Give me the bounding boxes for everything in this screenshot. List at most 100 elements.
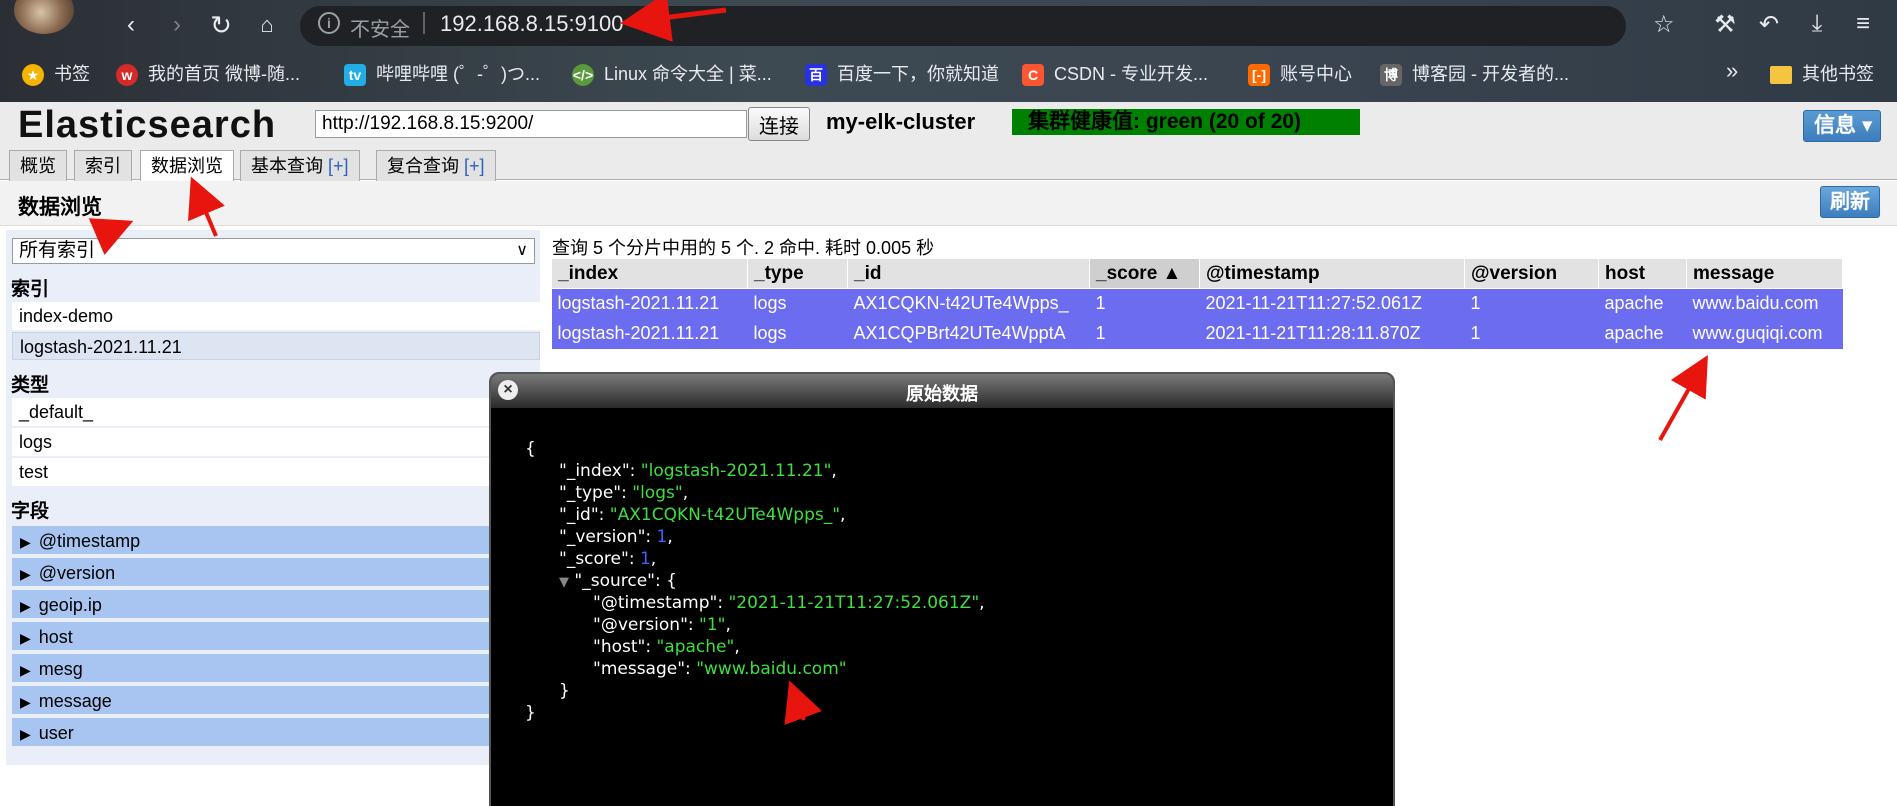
forward-icon[interactable]: › — [162, 10, 192, 40]
json-value: "2021-11-21T11:27:52.061Z" — [728, 593, 980, 613]
close-icon[interactable]: × — [498, 380, 518, 400]
type-item[interactable]: logs — [12, 428, 540, 456]
baidu-icon: 百 — [805, 64, 827, 87]
table-cell: AX1CQKN-t42UTe4Wpps_ — [847, 288, 1090, 319]
bookmark-item[interactable]: 博博客园 - 开发者的... — [1380, 60, 1569, 88]
field-label: mesg — [38, 659, 83, 679]
es-url-input[interactable] — [315, 110, 747, 138]
table-cell: 1 — [1089, 288, 1200, 319]
bookmark-item[interactable]: </> Linux 命令大全 | 菜... — [572, 60, 772, 88]
home-icon[interactable]: ⌂ — [252, 10, 282, 40]
tab-indices[interactable]: 索引 — [74, 150, 132, 181]
json-key: "_source" — [574, 571, 655, 591]
bookmarks-bar: ★ 书签 w 我的首页 微博-随... tv 哔哩哔哩 (゜-゜)つ... </> Li… — [0, 56, 1897, 90]
type-item[interactable]: test — [12, 458, 540, 486]
table-cell: 2021-11-21T11:27:52.061Z — [1199, 288, 1465, 319]
other-bookmarks[interactable]: 其他书签 — [1770, 60, 1874, 86]
type-heading: 类型 — [11, 375, 50, 396]
tab-overview[interactable]: 概览 — [9, 150, 67, 181]
field-item[interactable]: ▶ geoip.ip — [12, 590, 540, 620]
info-icon[interactable]: i — [318, 12, 340, 34]
section-title: 数据浏览 — [18, 196, 102, 219]
es-logo: Elasticsearch — [18, 104, 277, 146]
table-cell-empty — [1842, 318, 1887, 349]
bookmark-item[interactable]: 百百度一下，你就知道 — [805, 60, 999, 88]
aliyun-icon: [-] — [1248, 64, 1270, 87]
json-value: "logs" — [632, 483, 683, 503]
field-item[interactable]: ▶ message — [12, 686, 540, 716]
extensions-icon[interactable]: ⚒ — [1708, 10, 1742, 39]
field-item[interactable]: ▶ host — [12, 622, 540, 652]
address-url[interactable]: 192.168.8.15:9100 — [440, 11, 624, 37]
bookmarks-more-icon[interactable]: » — [1726, 58, 1738, 84]
back-icon[interactable]: ‹ — [116, 10, 146, 40]
chevron-down-icon: ∨ — [516, 242, 528, 259]
es-header: Elasticsearch 连接 my-elk-cluster 集群健康值: g… — [0, 102, 1897, 146]
json-value: "logstash-2021.11.21" — [640, 461, 832, 481]
bookmark-label: 账号中心 — [1280, 64, 1352, 84]
field-item[interactable]: ▶ @version — [12, 558, 540, 588]
bookmark-label: 哔哩哔哩 (゜-゜)つ... — [376, 64, 540, 84]
json-line: "_type": "logs", — [559, 483, 689, 503]
info-menu-button[interactable]: 信息 ▾ — [1803, 110, 1881, 142]
field-item[interactable]: ▶ mesg — [12, 654, 540, 684]
bookmark-item[interactable]: [-] 账号中心 — [1248, 60, 1352, 88]
bookmark-star-icon[interactable]: ☆ — [1653, 10, 1675, 39]
json-key: "_index" — [559, 461, 630, 481]
undo-icon[interactable]: ↶ — [1752, 10, 1786, 39]
column-header[interactable]: @version — [1464, 258, 1599, 289]
folder-icon — [1770, 66, 1792, 85]
caret-right-icon: ▶ — [20, 598, 31, 614]
collapse-triangle-icon[interactable]: ▼ — [559, 575, 569, 590]
column-header[interactable]: host — [1598, 258, 1687, 289]
field-item[interactable]: ▶ user — [12, 718, 540, 748]
field-label: @version — [38, 563, 116, 583]
bookmark-item[interactable]: w 我的首页 微博-随... — [116, 60, 300, 88]
field-label: host — [38, 627, 73, 647]
json-line: "message": "www.baidu.com" — [593, 659, 847, 679]
cluster-name: my-elk-cluster — [826, 109, 976, 134]
tab-label: 基本查询 — [251, 156, 329, 176]
column-header[interactable]: _id — [847, 258, 1090, 289]
tab-compound-query[interactable]: 复合查询 [+] — [376, 150, 496, 181]
bookmark-label: 书签 — [54, 64, 90, 84]
json-value: 1 — [639, 549, 651, 569]
tab-basic-query[interactable]: 基本查询 [+] — [240, 150, 360, 181]
table-cell: 2021-11-21T11:28:11.870Z — [1199, 318, 1465, 349]
menu-icon[interactable]: ≡ — [1846, 10, 1880, 38]
table-cell: 1 — [1089, 318, 1200, 349]
column-header[interactable]: _type — [747, 258, 848, 289]
column-header[interactable]: _index — [551, 258, 748, 289]
table-cell: www.guqiqi.com — [1686, 318, 1843, 349]
tab-plus[interactable]: [+] — [328, 156, 349, 176]
bookmark-item[interactable]: C CSDN - 专业开发... — [1022, 60, 1208, 88]
type-item[interactable]: _default_ — [12, 398, 540, 426]
index-select[interactable]: 所有索引 ∨ — [12, 238, 535, 264]
caret-right-icon: ▶ — [20, 694, 31, 710]
index-item-selected[interactable]: logstash-2021.11.21 — [12, 332, 540, 360]
download-icon[interactable]: ⤓ — [1800, 10, 1834, 38]
tab-browser[interactable]: 数据浏览 — [140, 150, 234, 182]
field-heading: 字段 — [11, 501, 50, 522]
index-heading: 索引 — [11, 279, 50, 300]
column-header[interactable]: message — [1686, 258, 1843, 289]
tab-plus[interactable]: [+] — [464, 156, 485, 176]
json-line: "_version": 1, — [559, 527, 673, 547]
column-header-sorted[interactable]: _score ▲ — [1089, 258, 1200, 289]
json-key: "message" — [593, 659, 686, 679]
field-item[interactable]: ▶ @timestamp — [12, 526, 540, 556]
column-header[interactable]: @timestamp — [1199, 258, 1465, 289]
table-cell: logstash-2021.11.21 — [551, 288, 748, 319]
reload-icon[interactable]: ↻ — [206, 10, 236, 40]
json-line: } — [525, 680, 985, 702]
index-item[interactable]: index-demo — [12, 302, 540, 330]
bookmark-item[interactable]: ★ 书签 — [22, 60, 90, 88]
table-row[interactable]: logstash-2021.11.21 logs AX1CQPBrt42UTe4… — [551, 318, 1887, 349]
connect-button[interactable]: 连接 — [748, 107, 810, 141]
refresh-button[interactable]: 刷新 — [1820, 186, 1880, 218]
browser-sidebar: 所有索引 ∨ 索引 index-demo logstash-2021.11.21 … — [6, 230, 540, 765]
table-cell: apache — [1598, 318, 1687, 349]
bookmark-item[interactable]: tv 哔哩哔哩 (゜-゜)つ... — [344, 60, 540, 88]
field-label: message — [38, 691, 112, 711]
table-row[interactable]: logstash-2021.11.21 logs AX1CQKN-t42UTe4… — [551, 288, 1887, 319]
